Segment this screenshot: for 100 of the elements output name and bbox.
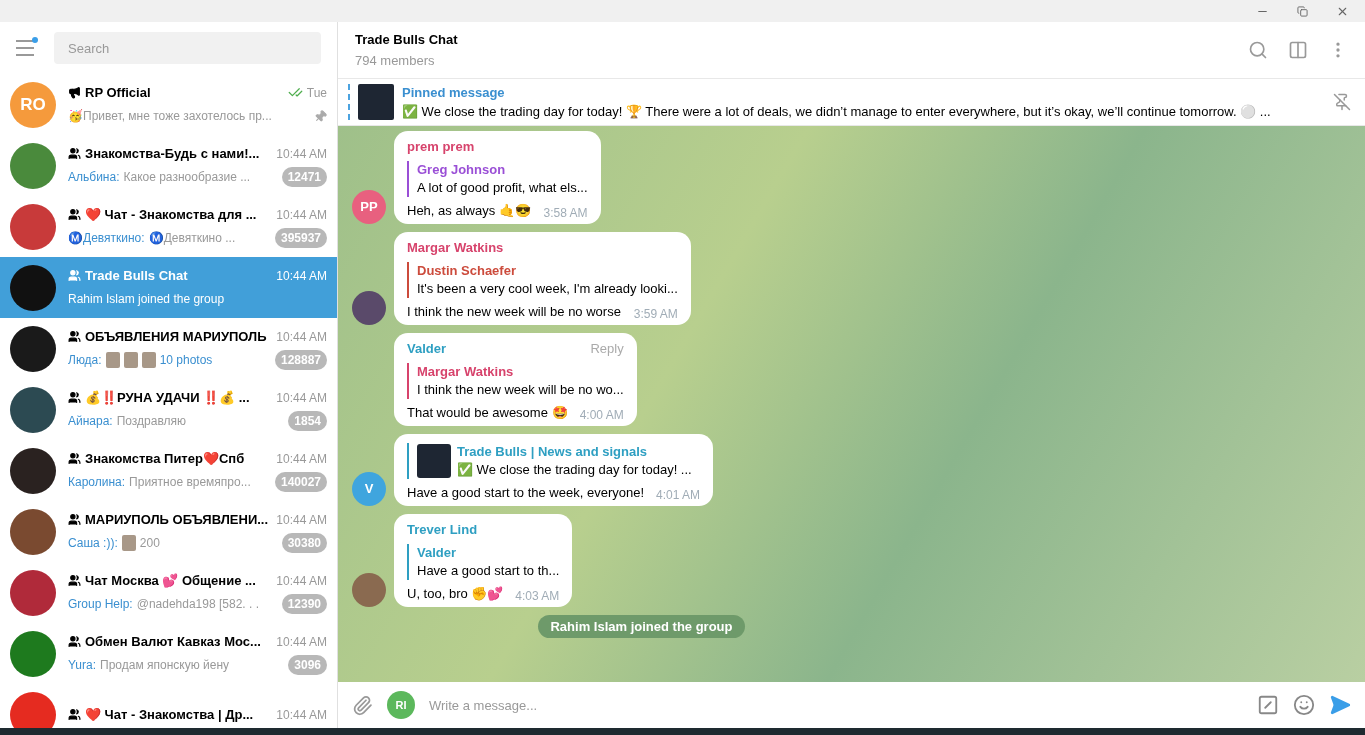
- attach-icon[interactable]: [352, 694, 373, 716]
- preview-sender: Люда:: [68, 352, 102, 370]
- chat-name: Trade Bulls Chat: [85, 266, 189, 285]
- chat-name: ОБЪЯВЛЕНИЯ МАРИУПОЛЬ: [85, 327, 268, 346]
- photo-thumbnail: [123, 352, 138, 369]
- unread-badge: 128887: [274, 350, 327, 371]
- user-avatar: RI: [387, 691, 415, 719]
- sender-avatar: V: [352, 472, 386, 506]
- preview-text: Приятное времяпро...: [129, 474, 252, 492]
- quote-author: Greg Johnson: [417, 161, 507, 179]
- unread-badge: 140027: [274, 472, 327, 493]
- chat-name: RP Official: [85, 83, 152, 102]
- group-icon: [68, 635, 81, 648]
- photo-thumbnail: [141, 352, 156, 369]
- chat-title: Trade Bulls Chat: [355, 30, 459, 49]
- message-text: U, too, bro ✊💕: [407, 585, 504, 603]
- preview-sender: Альбина:: [68, 169, 120, 187]
- commands-icon[interactable]: [1257, 694, 1279, 716]
- quote-text: I think the new week will be no wo...: [417, 381, 624, 399]
- preview-sender: Саша :)):: [68, 535, 118, 553]
- avatar: RO: [10, 81, 56, 128]
- preview-text: @nadehda198 [582. . .: [136, 596, 260, 614]
- unread-badge: 1854: [288, 411, 327, 432]
- preview-text: 10 photos: [159, 352, 214, 370]
- chat-time: 10:44 AM: [276, 450, 327, 468]
- chat-time: 10:44 AM: [276, 328, 327, 346]
- quote-author: Dustin Schaefer: [417, 262, 517, 280]
- message-time: 3:58 AM: [543, 205, 588, 222]
- message-text: I think the new week will be no worse: [407, 303, 621, 321]
- group-icon: [68, 391, 81, 404]
- sender-name: Margar Watkins: [407, 239, 505, 257]
- unread-badge: 3096: [288, 655, 327, 676]
- chat-name: МАРИУПОЛЬ ОБЪЯВЛЕНИ...: [85, 510, 270, 529]
- chat-name: ❤ Чат - Знакомства | Др...: [85, 705, 255, 724]
- preview-sender: Айнара:: [68, 413, 113, 431]
- group-icon: [68, 513, 81, 526]
- chat-time: 10:44 AM: [276, 706, 327, 724]
- pinned-label: Pinned message: [402, 83, 506, 102]
- unread-badge: 12390: [281, 594, 327, 615]
- reply-quote[interactable]: Dustin Schaefer It's been a very cool week, I'm already looki...: [407, 262, 678, 298]
- quote-text: Have a good start to th...: [417, 562, 560, 580]
- quote-text: ✅ We close the trading day for today! ...: [457, 461, 692, 479]
- sender-name: Valder: [407, 340, 448, 358]
- chat-name: Обмен Валют Кавказ Мос...: [85, 632, 262, 651]
- chat-time: 10:44 AM: [276, 511, 327, 529]
- megaphone-icon: [68, 86, 81, 99]
- sender-name: prem prem: [407, 138, 476, 156]
- message-text: Heh, as always 🤙😎: [407, 202, 531, 220]
- search-field[interactable]: Search: [54, 32, 321, 64]
- photo-thumbnail: [105, 352, 120, 369]
- message-time: 4:00 AM: [579, 407, 624, 424]
- message-time: 4:01 AM: [656, 487, 701, 504]
- chat-time: 10:44 AM: [276, 389, 327, 407]
- chat-time: 10:44 AM: [276, 572, 327, 590]
- quote-author: Margar Watkins: [417, 363, 515, 381]
- group-icon: [68, 208, 81, 221]
- message-text: Have a good start to the week, everyone!: [407, 484, 645, 502]
- group-icon: [68, 574, 81, 587]
- quote-author: Trade Bulls | News and signals: [457, 443, 649, 461]
- search-icon[interactable]: [1248, 40, 1268, 60]
- side-panel-icon[interactable]: [1288, 40, 1308, 60]
- image-thumbnail: [417, 444, 451, 478]
- sender-name: Trever Lind: [407, 521, 479, 539]
- reply-quote[interactable]: Margar Watkins I think the new week will be no wo...: [407, 363, 624, 399]
- chat-time: 10:44 AM: [276, 633, 327, 651]
- reply-quote[interactable]: Greg Johnson A lot of good profit, what els...: [407, 161, 588, 197]
- preview-text: Продам японскую йену: [100, 657, 231, 675]
- unread-badge: 30380: [281, 533, 327, 554]
- unread-badge: 12471: [281, 167, 327, 188]
- quote-author: Valder: [417, 544, 458, 562]
- message-input[interactable]: Write a message...: [429, 690, 1243, 720]
- quote-text: It's been a very cool week, I'm already looki...: [417, 280, 678, 298]
- chat-time: 10:44 AM: [276, 206, 327, 224]
- unread-badge: 395937: [274, 228, 327, 249]
- emoji-icon[interactable]: [1293, 694, 1315, 716]
- reply-quote[interactable]: Valder Have a good start to th...: [407, 544, 560, 580]
- forwarded-preview[interactable]: Trade Bulls | News and signals ✅ We close the trading day for today! ...: [407, 443, 701, 479]
- chat-name: Чат Москва 💕 Общение ...: [85, 571, 257, 590]
- group-icon: [68, 708, 81, 721]
- preview-text: ⓂДевяткино ...: [148, 230, 237, 248]
- chat-name: ❤ Чат - Знакомства для ...: [85, 205, 258, 224]
- send-icon[interactable]: [1329, 694, 1351, 716]
- preview-text: 🥳Привет, мне тоже захотелось пр...: [68, 108, 273, 126]
- pin-list-icon[interactable]: [1333, 93, 1351, 111]
- group-icon: [68, 452, 81, 465]
- preview-sender: Каролина:: [68, 474, 126, 492]
- group-icon: [68, 330, 81, 343]
- preview-text: 200: [139, 535, 161, 553]
- preview-sender: Group Help:: [68, 596, 133, 614]
- menu-icon[interactable]: [16, 40, 38, 56]
- member-count: 794 members: [355, 52, 436, 70]
- chat-time: 10:44 AM: [276, 267, 327, 285]
- restore-icon[interactable]: [1297, 5, 1308, 17]
- preview-sender: ⓂДевяткино:: [68, 230, 145, 248]
- preview-text: Какое разнообразие ...: [123, 169, 252, 187]
- message-text: That would be awesome 🤩: [407, 404, 568, 422]
- chat-name: Знакомства-Будь с нами!...: [85, 144, 261, 163]
- group-icon: [68, 147, 81, 160]
- preview-text: Поздравляю: [116, 413, 188, 431]
- service-message: Rahim Islam joined the group: [538, 615, 745, 638]
